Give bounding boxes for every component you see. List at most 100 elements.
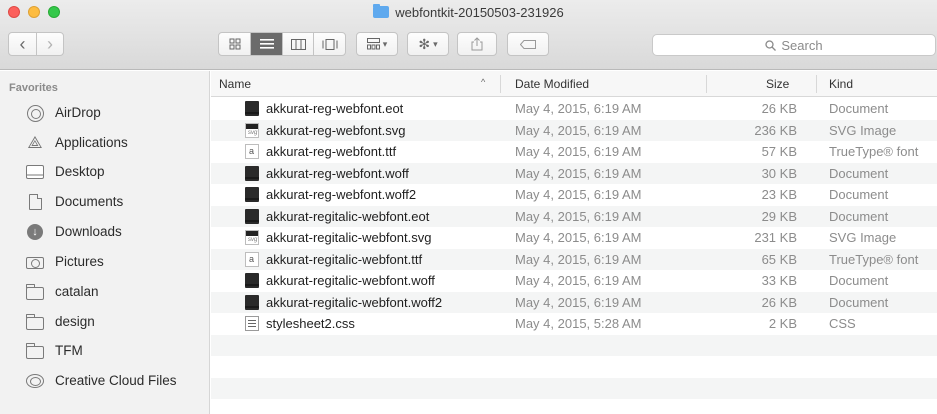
column-divider[interactable] xyxy=(816,75,817,93)
sidebar-item-airdrop[interactable]: AirDrop xyxy=(0,101,210,125)
file-row[interactable]: stylesheet2.css May 4, 2015, 5:28 AM 2 KB C… xyxy=(211,313,937,334)
column-view-icon xyxy=(290,38,306,50)
sidebar-item-applications[interactable]: ⟁ Applications xyxy=(0,131,210,155)
file-name: akkurat-reg-webfont.ttf xyxy=(266,144,397,159)
column-view-button[interactable] xyxy=(281,33,314,55)
file-name: akkurat-regitalic-webfont.ttf xyxy=(266,251,423,267)
file-size: 26 KB xyxy=(761,294,797,310)
css-file-icon xyxy=(245,316,259,331)
file-size: 26 KB xyxy=(761,101,797,116)
search-placeholder: Search xyxy=(781,37,823,53)
column-divider[interactable] xyxy=(706,75,707,93)
file-name: akkurat-regitalic-webfont.svg xyxy=(266,230,432,245)
search-field[interactable]: Search xyxy=(652,34,936,56)
file-row[interactable]: akkurat-regitalic-webfont.eot May 4, 2015… xyxy=(211,205,937,227)
sidebar-item-label: TFM xyxy=(55,343,83,358)
gear-icon: ✻ xyxy=(418,35,431,52)
list-header: Name ^ Date Modified Size Kind xyxy=(211,71,937,97)
file-list: Name ^ Date Modified Size Kind akkurat-r… xyxy=(211,71,937,414)
file-kind: Document xyxy=(829,187,889,202)
documents-icon xyxy=(26,194,44,210)
desktop-icon xyxy=(26,164,44,180)
column-header-kind[interactable]: Kind xyxy=(829,77,853,91)
file-kind: Document xyxy=(829,273,889,288)
file-date-modified: May 4, 2015, 6:19 AM xyxy=(515,101,642,116)
file-row[interactable]: akkurat-regitalic-webfont.ttf May 4, 2015… xyxy=(211,248,937,270)
sidebar-item-label: Desktop xyxy=(55,164,105,179)
file-name: akkurat-regitalic-webfont.eot xyxy=(266,208,430,224)
file-name: stylesheet2.css xyxy=(266,316,355,331)
file-date-modified: May 4, 2015, 6:19 AM xyxy=(515,251,642,267)
file-date-modified: May 4, 2015, 6:19 AM xyxy=(515,187,642,202)
file-row[interactable]: akkurat-reg-webfont.svg May 4, 2015, 6:19… xyxy=(211,119,937,141)
file-size: 30 KB xyxy=(761,165,797,181)
file-row[interactable]: akkurat-regitalic-webfont.woff2 May 4, 20… xyxy=(211,291,937,313)
search-icon xyxy=(765,39,777,51)
chevron-right-icon: › xyxy=(46,33,53,54)
sort-ascending-icon: ^ xyxy=(481,77,486,87)
document-icon xyxy=(245,101,259,116)
file-row[interactable]: akkurat-reg-webfont.eot May 4, 2015, 6:19… xyxy=(211,98,937,119)
arrange-button[interactable]: ▾ xyxy=(356,32,398,56)
file-kind: SVG Image xyxy=(829,230,897,245)
file-row[interactable]: akkurat-regitalic-webfont.woff May 4, 201… xyxy=(211,270,937,291)
sidebar-heading-favorites: Favorites xyxy=(9,82,58,94)
chevron-left-icon: ‹ xyxy=(19,33,26,54)
column-divider[interactable] xyxy=(500,75,501,93)
svg-file-icon xyxy=(245,122,259,138)
file-row[interactable]: akkurat-reg-webfont.ttf May 4, 2015, 6:19… xyxy=(211,141,937,162)
sidebar-item-label: catalan xyxy=(55,284,99,299)
file-kind: Document xyxy=(829,294,889,310)
chevron-down-icon: ▾ xyxy=(382,38,388,49)
sidebar-item-desktop[interactable]: Desktop xyxy=(0,160,210,184)
file-date-modified: May 4, 2015, 5:28 AM xyxy=(515,316,642,331)
file-name: akkurat-reg-webfont.woff2 xyxy=(266,187,417,202)
file-kind: CSS xyxy=(829,316,856,331)
document-icon xyxy=(245,294,259,310)
sidebar-item-tfm[interactable]: TFM xyxy=(0,339,210,363)
empty-row xyxy=(211,334,937,356)
downloads-icon: ↓ xyxy=(26,224,44,240)
forward-button[interactable]: › xyxy=(35,33,63,55)
sidebar-item-creative-cloud-files[interactable]: Creative Cloud Files xyxy=(0,369,210,393)
sidebar-item-design[interactable]: design xyxy=(0,310,210,334)
icon-view-button[interactable] xyxy=(219,33,250,55)
file-kind: Document xyxy=(829,165,889,181)
file-row[interactable]: akkurat-reg-webfont.woff May 4, 2015, 6:1… xyxy=(211,162,937,184)
tag-icon xyxy=(520,39,536,49)
column-header-name[interactable]: Name xyxy=(219,77,251,91)
file-name: akkurat-regitalic-webfont.woff xyxy=(266,273,435,288)
file-date-modified: May 4, 2015, 6:19 AM xyxy=(515,230,642,245)
sidebar-item-catalan[interactable]: catalan xyxy=(0,280,210,304)
window-title-text: webfontkit-20150503-231926 xyxy=(395,4,564,20)
empty-row xyxy=(211,399,937,414)
coverflow-view-icon xyxy=(322,38,338,50)
back-button[interactable]: ‹ xyxy=(9,33,36,55)
sidebar: Favorites AirDrop ⟁ Applications Desktop… xyxy=(0,71,210,414)
file-date-modified: May 4, 2015, 6:19 AM xyxy=(515,165,642,181)
svg-file-icon xyxy=(245,230,259,245)
document-icon xyxy=(245,165,259,181)
sidebar-item-downloads[interactable]: ↓ Downloads xyxy=(0,220,210,244)
icon-view-icon xyxy=(229,38,241,50)
document-icon xyxy=(245,187,259,202)
tag-button[interactable] xyxy=(507,32,549,56)
navigation-buttons: ‹ › xyxy=(8,32,64,56)
creative-cloud-icon xyxy=(26,373,44,389)
column-header-size[interactable]: Size xyxy=(766,77,789,91)
sidebar-item-documents[interactable]: Documents xyxy=(0,190,210,214)
column-header-date-modified[interactable]: Date Modified xyxy=(515,77,589,91)
sidebar-item-label: Creative Cloud Files xyxy=(55,373,177,388)
share-button[interactable] xyxy=(457,32,497,56)
file-row[interactable]: akkurat-regitalic-webfont.svg May 4, 2015… xyxy=(211,227,937,248)
file-kind: SVG Image xyxy=(829,122,897,138)
folder-icon xyxy=(26,283,44,300)
coverflow-view-button[interactable] xyxy=(313,33,345,55)
sidebar-item-pictures[interactable]: Pictures xyxy=(0,250,210,274)
pictures-icon xyxy=(26,254,44,270)
file-row[interactable]: akkurat-reg-webfont.woff2 May 4, 2015, 6:… xyxy=(211,184,937,205)
action-menu-button[interactable]: ✻ ▾ xyxy=(407,32,449,56)
list-view-button[interactable] xyxy=(250,33,282,55)
file-size: 33 KB xyxy=(761,273,797,288)
view-mode-segmented-control xyxy=(218,32,346,56)
